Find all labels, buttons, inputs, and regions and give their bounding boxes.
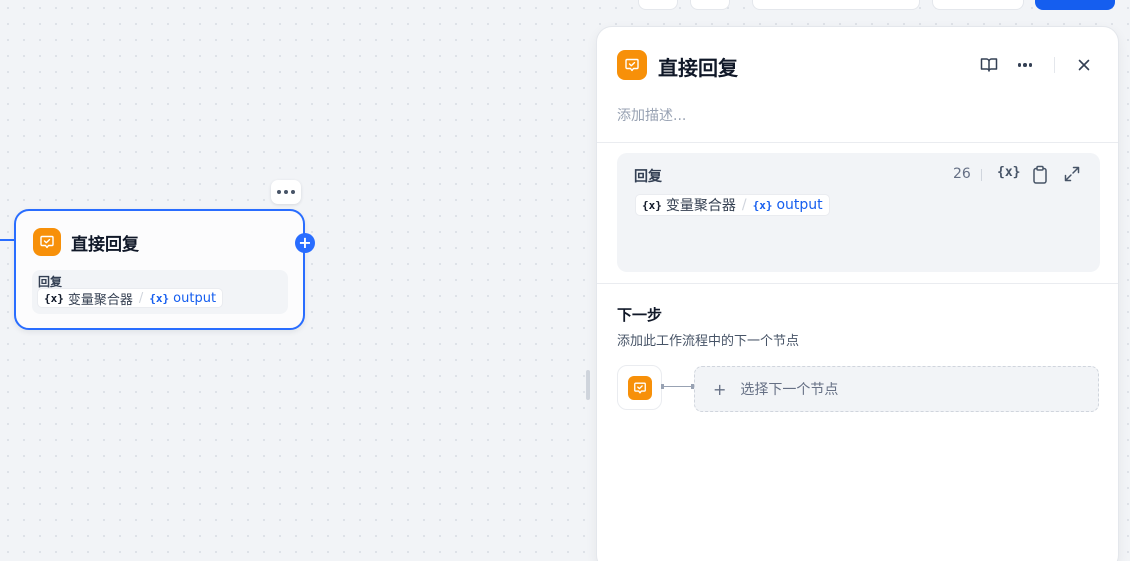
message-check-icon xyxy=(627,375,652,400)
variable-icon: {x} xyxy=(642,198,662,212)
variable-separator: / xyxy=(741,197,747,213)
next-step-title: 下一步 xyxy=(617,306,663,324)
node-more-button[interactable] xyxy=(271,180,301,204)
toolbar-button-4[interactable] xyxy=(932,0,1024,10)
expand-icon[interactable] xyxy=(1063,165,1081,183)
select-next-node-label: 选择下一个节点 xyxy=(740,382,839,398)
plus-icon: + xyxy=(713,379,727,399)
description-input[interactable]: 添加描述... xyxy=(617,105,686,125)
message-check-icon xyxy=(33,228,61,256)
variable-name: output xyxy=(173,290,217,306)
clipboard-icon[interactable] xyxy=(1031,165,1049,185)
variable-icon: {x} xyxy=(149,291,170,305)
close-icon[interactable] xyxy=(1074,55,1094,75)
node-settings-panel: 直接回复 添加描述... 回复 26 {x} {x} 变量聚合器 / {x} o… xyxy=(596,26,1119,561)
variable-chip[interactable]: {x} 变量聚合器 / {x} output xyxy=(635,194,830,216)
variable-chip: {x} 变量聚合器 / {x} output xyxy=(37,288,224,308)
variable-source-node: 变量聚合器 xyxy=(665,198,736,214)
panel-title[interactable]: 直接回复 xyxy=(658,52,738,81)
next-step-description: 添加此工作流程中的下一个节点 xyxy=(617,334,800,349)
more-icon[interactable] xyxy=(1015,55,1035,75)
node-title: 直接回复 xyxy=(71,235,139,255)
book-open-icon[interactable] xyxy=(979,55,999,75)
answer-node[interactable]: 直接回复 + 回复 {x} 变量聚合器 / {x} output xyxy=(14,209,315,330)
reply-label: 回复 xyxy=(634,169,662,185)
add-next-node-button[interactable]: + xyxy=(295,233,315,253)
header-divider xyxy=(1054,57,1055,73)
toolbar-divider xyxy=(981,169,982,181)
message-check-icon xyxy=(617,50,647,80)
variable-icon: {x} xyxy=(752,198,773,212)
variable-icon: {x} xyxy=(44,291,64,305)
select-next-node-button[interactable]: + 选择下一个节点 xyxy=(694,366,1099,412)
variable-source-node: 变量聚合器 xyxy=(67,292,133,308)
current-node-badge xyxy=(617,365,662,410)
variable-separator: / xyxy=(138,290,144,306)
node-reply-preview: 回复 {x} 变量聚合器 / {x} output xyxy=(32,270,288,314)
connector-handle xyxy=(661,384,664,389)
toolbar-button-2[interactable] xyxy=(690,0,730,10)
panel-resize-handle[interactable] xyxy=(586,370,590,400)
toolbar-button-1[interactable] xyxy=(638,0,678,10)
reply-editor[interactable]: 回复 26 {x} {x} 变量聚合器 / {x} output xyxy=(617,153,1100,272)
connector-line xyxy=(662,386,692,387)
divider xyxy=(597,283,1118,284)
char-count: 26 xyxy=(953,166,971,182)
divider xyxy=(597,142,1118,143)
insert-variable-icon[interactable]: {x} xyxy=(997,165,1020,180)
publish-button[interactable] xyxy=(1035,0,1115,10)
toolbar-button-3[interactable] xyxy=(752,0,920,10)
variable-name: output xyxy=(776,197,823,213)
